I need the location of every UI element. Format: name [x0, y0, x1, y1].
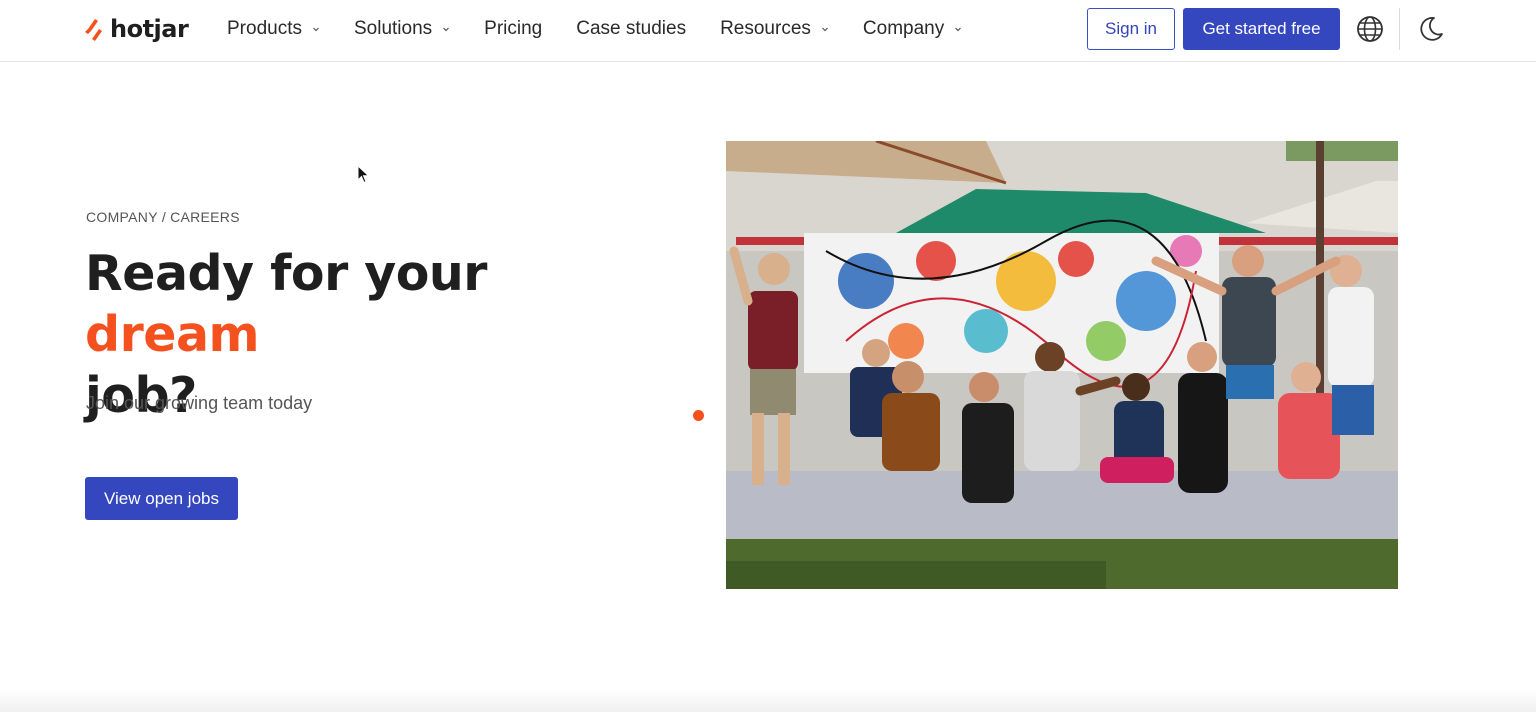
- logo-wordmark: hotjar: [110, 15, 189, 43]
- nav-item-label: Pricing: [484, 18, 543, 39]
- breadcrumb-careers: CAREERS: [170, 209, 240, 225]
- nav-item-resources[interactable]: Resources: [720, 18, 829, 40]
- get-started-free-button[interactable]: Get started free: [1183, 8, 1340, 50]
- main-nav: Products Solutions Pricing Case studies …: [227, 16, 996, 42]
- decorative-dot: [693, 410, 704, 421]
- breadcrumb: COMPANY / CAREERS: [86, 209, 240, 225]
- nav-item-label: Products: [227, 18, 302, 39]
- sign-in-button[interactable]: Sign in: [1087, 8, 1175, 50]
- breadcrumb-separator: /: [161, 209, 167, 225]
- language-selector[interactable]: [1355, 14, 1385, 44]
- view-open-jobs-button[interactable]: View open jobs: [85, 477, 238, 520]
- nav-divider: [1399, 8, 1400, 50]
- nav-item-products[interactable]: Products: [227, 18, 320, 40]
- nav-item-label: Company: [862, 18, 945, 39]
- dark-mode-toggle[interactable]: [1416, 14, 1446, 44]
- title-accent-word: dream: [85, 306, 260, 363]
- nav-item-label: Case studies: [576, 18, 687, 39]
- chevron-down-icon: [955, 27, 962, 32]
- title-text: Ready for your: [85, 245, 487, 302]
- mouse-cursor-icon: [357, 165, 370, 184]
- nav-item-solutions[interactable]: Solutions: [354, 18, 450, 40]
- section-divider-shadow: [0, 690, 1536, 712]
- globe-icon: [1357, 16, 1383, 42]
- hotjar-logo[interactable]: hotjar: [84, 14, 189, 44]
- team-photo-illustration: [726, 141, 1398, 589]
- moon-icon: [1420, 17, 1443, 41]
- nav-item-pricing[interactable]: Pricing: [484, 18, 542, 40]
- hero-subtitle: Join our growing team today: [86, 393, 313, 413]
- hotjar-logo-mark-icon: [85, 19, 102, 41]
- nav-item-company[interactable]: Company: [863, 18, 962, 40]
- nav-item-label: Resources: [720, 18, 811, 39]
- chevron-down-icon: [313, 27, 319, 32]
- team-photo: [726, 141, 1398, 589]
- chevron-down-icon: [443, 27, 450, 32]
- breadcrumb-company-link[interactable]: COMPANY: [86, 209, 158, 225]
- chevron-down-icon: [821, 27, 828, 32]
- top-navigation-bar: hotjar Products Solutions Pricing Case s…: [0, 0, 1536, 62]
- nav-item-label: Solutions: [353, 18, 433, 39]
- nav-item-case-studies[interactable]: Case studies: [576, 18, 686, 40]
